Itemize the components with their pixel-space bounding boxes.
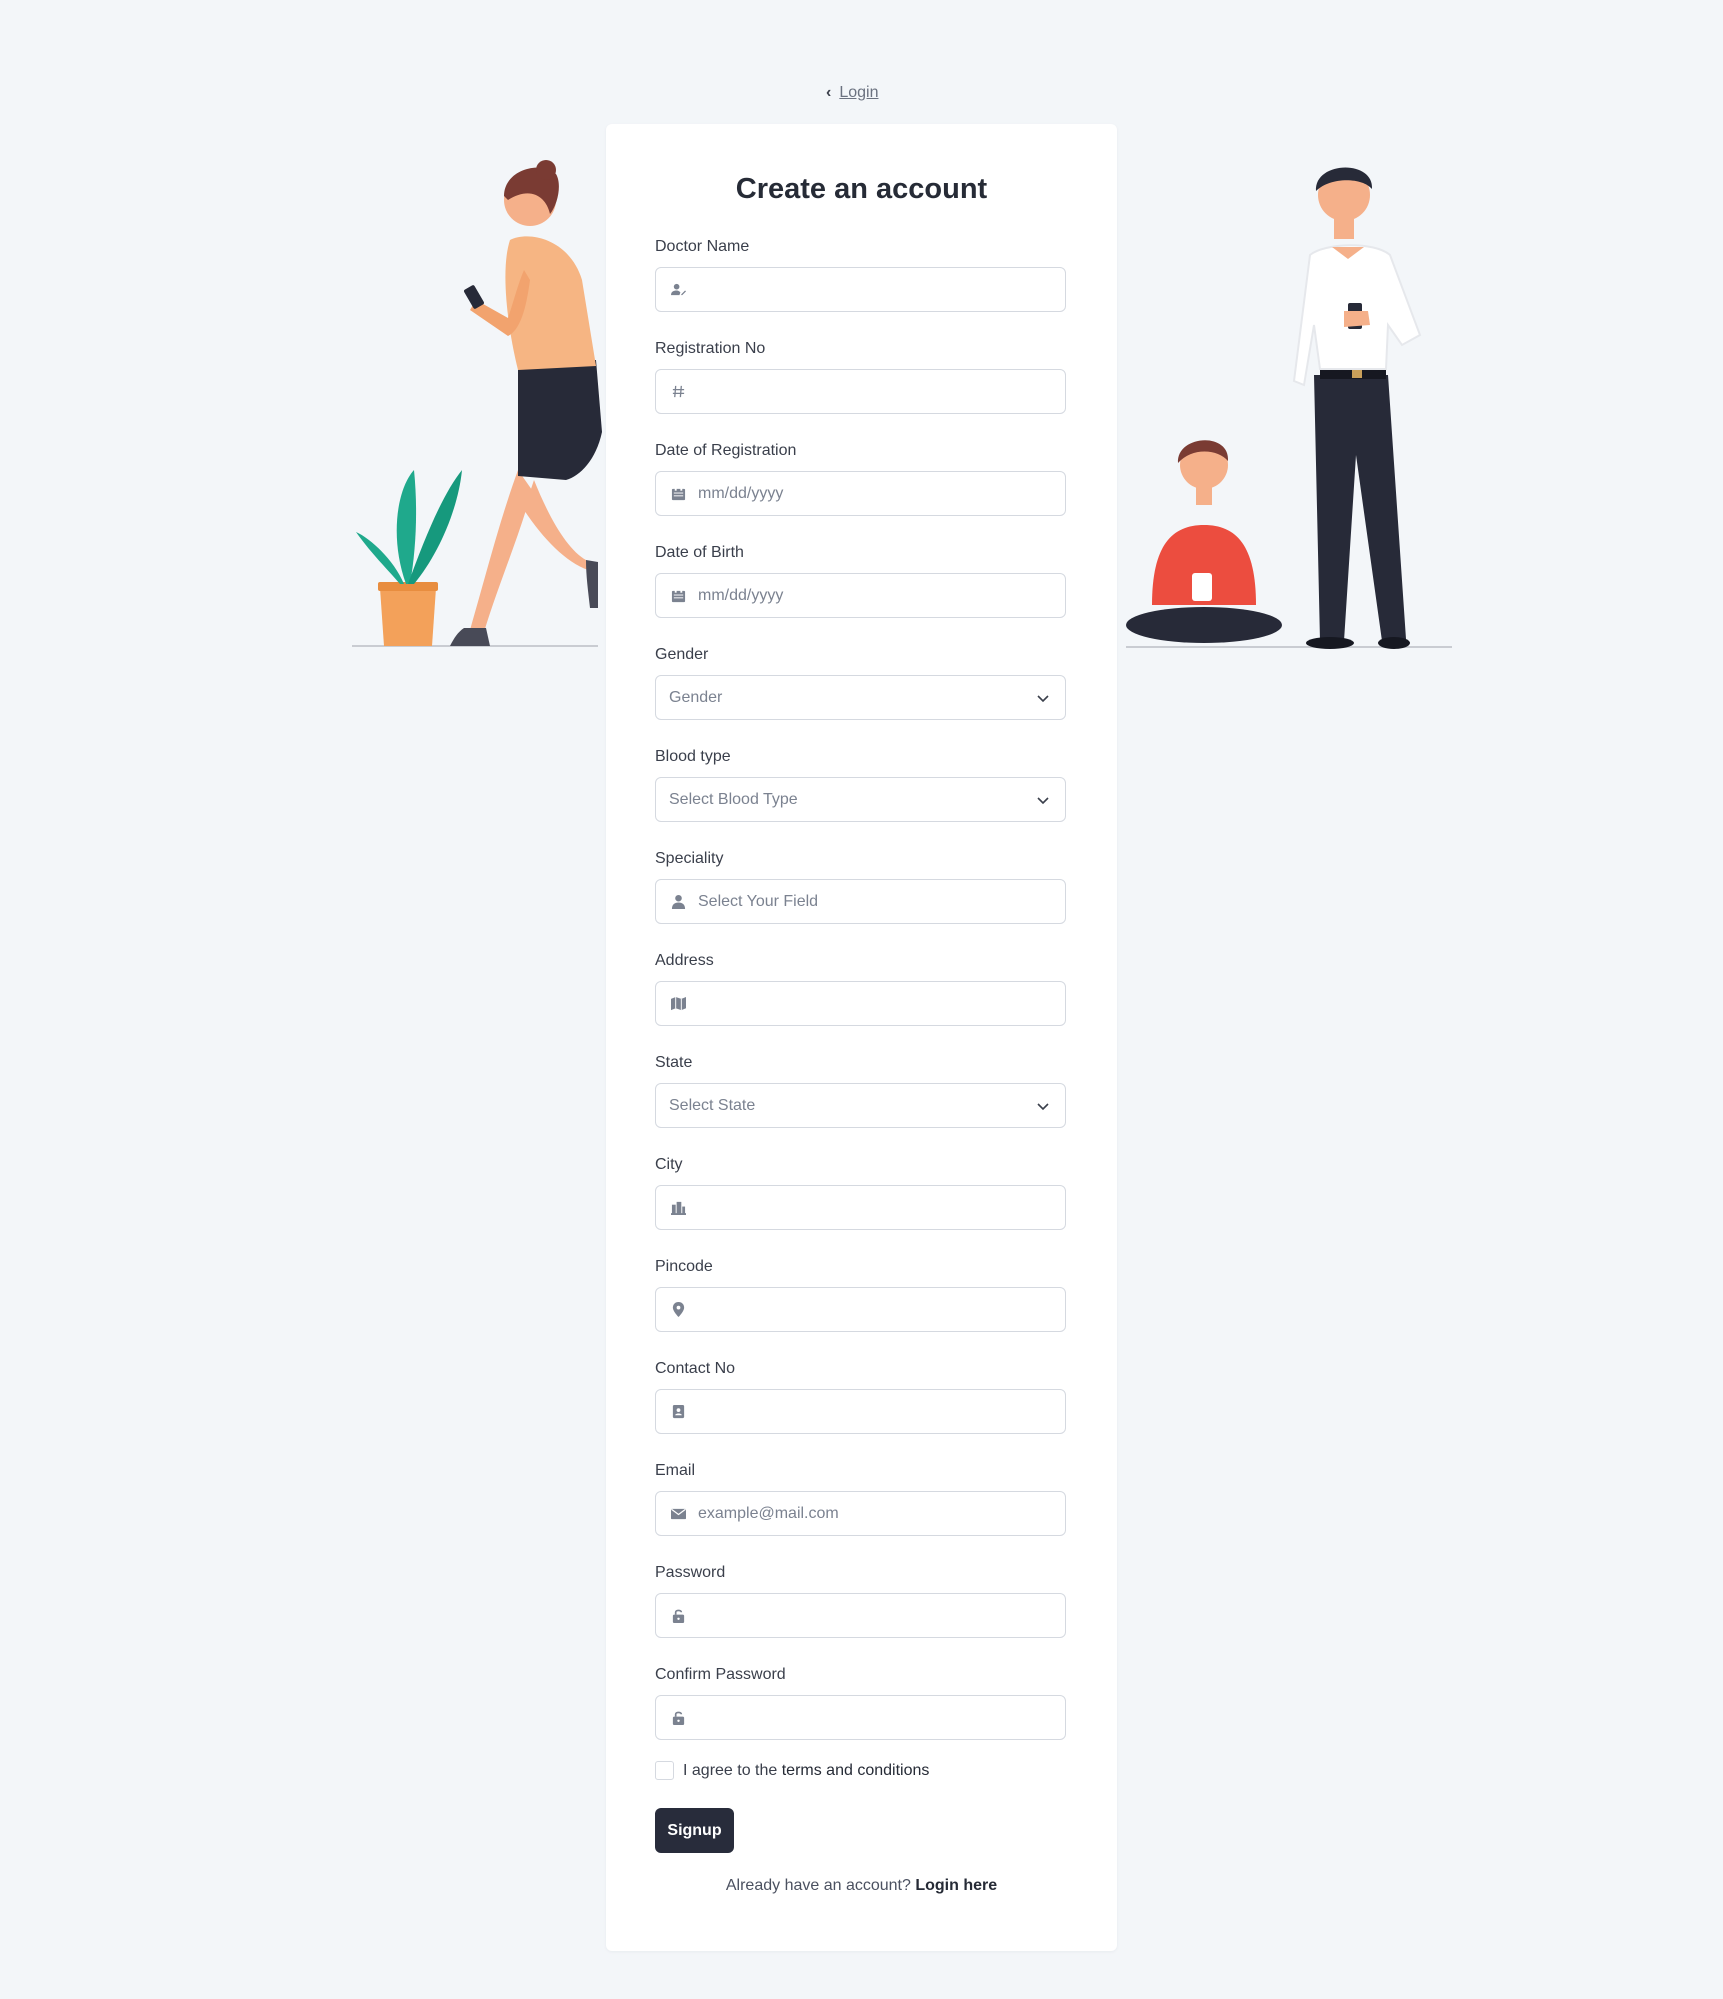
field-label: Date of Registration xyxy=(655,442,797,459)
field-label: Registration No xyxy=(655,340,766,357)
field-label: Pincode xyxy=(655,1258,713,1275)
date-of-registration-input[interactable]: mm/dd/yyyy xyxy=(655,471,1066,516)
date-of-birth-field: Date of Birth mm/dd/yyyy xyxy=(655,542,1066,618)
email-placeholder: example@mail.com xyxy=(698,1504,839,1522)
hash-icon xyxy=(669,383,687,401)
terms-link[interactable]: terms and conditions xyxy=(782,1762,930,1779)
confirm-password-input[interactable] xyxy=(655,1695,1066,1740)
date-of-birth-placeholder: mm/dd/yyyy xyxy=(698,586,784,604)
blood-type-select[interactable]: Select Blood Type xyxy=(655,777,1066,822)
doctor-name-input[interactable] xyxy=(655,267,1066,312)
confirm-password-field: Confirm Password xyxy=(655,1664,1066,1740)
city-input[interactable] xyxy=(655,1185,1066,1230)
state-select[interactable]: Select State xyxy=(655,1083,1066,1128)
password-input[interactable] xyxy=(655,1593,1066,1638)
email-input[interactable]: example@mail.com xyxy=(655,1491,1066,1536)
unlock-icon xyxy=(669,1607,687,1625)
signup-button[interactable]: Signup xyxy=(655,1808,734,1853)
doctor-icon xyxy=(669,893,687,911)
field-label: Password xyxy=(655,1564,726,1581)
doctor-name-field: Doctor Name xyxy=(655,236,1066,312)
chevron-down-icon xyxy=(1037,797,1049,805)
chevron-left-icon: ‹ xyxy=(826,84,832,101)
gender-selected-value: Gender xyxy=(669,688,723,706)
chevron-down-icon xyxy=(1037,695,1049,703)
speciality-placeholder: Select Your Field xyxy=(698,892,819,910)
blood-type-field: Blood type Select Blood Type xyxy=(655,746,1066,822)
address-input[interactable] xyxy=(655,981,1066,1026)
login-prompt: Already have an account? Login here xyxy=(606,1877,1117,1895)
signup-card: Create an account Doctor Name Registrati… xyxy=(606,124,1117,1951)
chevron-down-icon xyxy=(1037,1103,1049,1111)
calendar-icon xyxy=(669,485,687,503)
login-here-link[interactable]: Login here xyxy=(915,1877,997,1894)
field-label: Doctor Name xyxy=(655,238,750,255)
terms-prefix: I agree to the xyxy=(683,1761,782,1779)
speciality-input[interactable]: Select Your Field xyxy=(655,879,1066,924)
unlock-icon xyxy=(669,1709,687,1727)
password-field: Password xyxy=(655,1562,1066,1638)
registration-no-input[interactable] xyxy=(655,369,1066,414)
login-prompt-text: Already have an account? xyxy=(725,1877,916,1894)
email-field: Email example@mail.com xyxy=(655,1460,1066,1536)
address-field: Address xyxy=(655,950,1066,1026)
gender-field: Gender Gender xyxy=(655,644,1066,720)
speciality-field: Speciality Select Your Field xyxy=(655,848,1066,924)
field-label: State xyxy=(655,1054,693,1071)
back-link-label: Login xyxy=(839,84,879,101)
field-label: Contact No xyxy=(655,1360,736,1377)
city-icon xyxy=(669,1199,687,1217)
field-label: City xyxy=(655,1156,683,1173)
calendar-icon xyxy=(669,587,687,605)
map-pin-icon xyxy=(669,1301,687,1319)
registration-no-field: Registration No xyxy=(655,338,1066,414)
terms-label: I agree to the terms and conditions xyxy=(683,1762,929,1780)
field-label: Date of Birth xyxy=(655,544,744,561)
state-field: State Select State xyxy=(655,1052,1066,1128)
user-edit-icon xyxy=(669,281,687,299)
envelope-icon xyxy=(669,1505,687,1523)
city-field: City xyxy=(655,1154,1066,1230)
field-label: Gender xyxy=(655,646,709,663)
pincode-input[interactable] xyxy=(655,1287,1066,1332)
people-illustration xyxy=(1124,155,1454,655)
field-label: Email xyxy=(655,1462,696,1479)
contact-book-icon xyxy=(669,1403,687,1421)
field-label: Confirm Password xyxy=(655,1666,786,1683)
date-of-registration-placeholder: mm/dd/yyyy xyxy=(698,484,784,502)
contact-no-input[interactable] xyxy=(655,1389,1066,1434)
page-title: Create an account xyxy=(735,173,988,205)
woman-plant-illustration xyxy=(350,160,610,660)
contact-no-field: Contact No xyxy=(655,1358,1066,1434)
field-label: Blood type xyxy=(655,748,731,765)
field-label: Speciality xyxy=(655,850,724,867)
back-to-login-link[interactable]: ‹ Login xyxy=(826,84,878,102)
field-label: Address xyxy=(655,952,714,969)
gender-select[interactable]: Gender xyxy=(655,675,1066,720)
blood-type-selected-value: Select Blood Type xyxy=(669,790,798,808)
state-selected-value: Select State xyxy=(669,1096,756,1114)
date-of-birth-input[interactable]: mm/dd/yyyy xyxy=(655,573,1066,618)
terms-row: I agree to the terms and conditions xyxy=(655,1761,929,1780)
pincode-field: Pincode xyxy=(655,1256,1066,1332)
map-icon xyxy=(669,995,687,1013)
terms-checkbox[interactable] xyxy=(655,1761,674,1780)
date-of-registration-field: Date of Registration mm/dd/yyyy xyxy=(655,440,1066,516)
